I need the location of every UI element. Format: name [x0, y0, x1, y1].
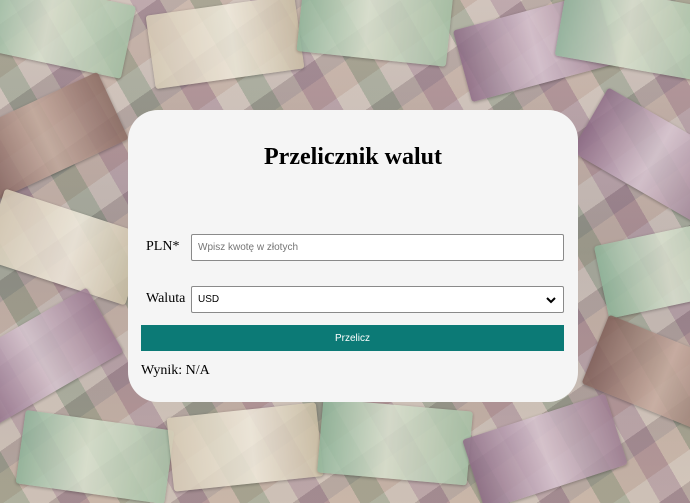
converter-card: Przelicznik walut PLN* Waluta USD Przeli… [128, 110, 578, 402]
result-text: Wynik: N/A [141, 363, 210, 378]
currency-selected-value: USD [198, 294, 220, 305]
page-title: Przelicznik walut [264, 144, 442, 170]
pln-amount-input[interactable] [191, 234, 564, 261]
currency-row: Waluta USD [141, 286, 564, 313]
pln-label: PLN* [146, 239, 180, 254]
convert-button[interactable]: Przelicz [141, 325, 564, 351]
chevron-down-icon [546, 296, 556, 303]
pln-row: PLN* [141, 234, 564, 261]
currency-label: Waluta [146, 291, 186, 306]
currency-select[interactable]: USD [191, 286, 564, 313]
